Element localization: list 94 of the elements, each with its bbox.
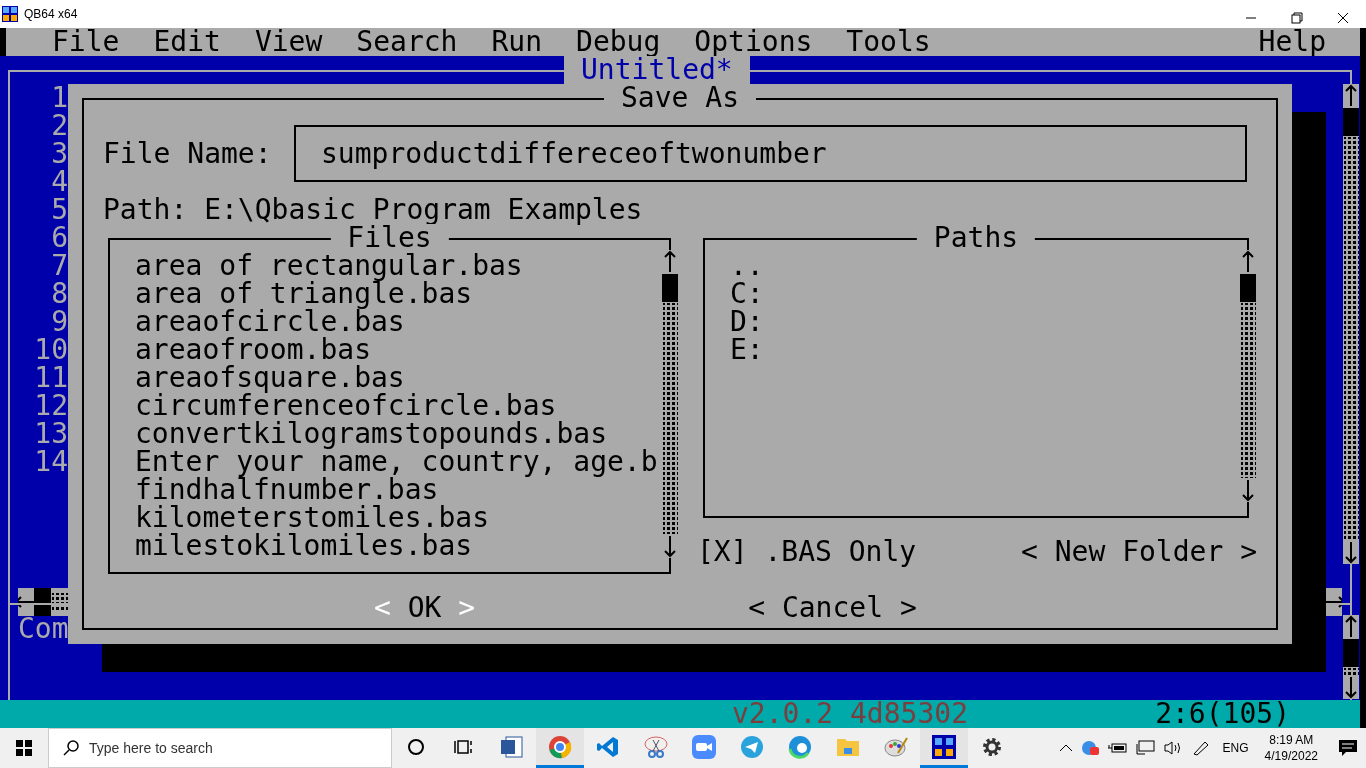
start-icon[interactable] — [16, 740, 32, 756]
date-text: 4/19/2022 — [1264, 748, 1318, 764]
scroll-up-arrow-icon[interactable] — [1240, 250, 1256, 274]
notification-badge-icon[interactable] — [1080, 739, 1099, 757]
cursor-position: 2:6(105) — [1155, 700, 1290, 728]
immediate-window-label: Com — [18, 615, 69, 647]
list-item[interactable]: areaofsquare.bas — [135, 364, 405, 392]
video-camera-icon[interactable] — [692, 734, 716, 759]
list-item[interactable]: circumferenceofcircle.bas — [135, 392, 557, 420]
blocky-app-icon[interactable] — [932, 734, 956, 759]
list-item[interactable]: milestokilomiles.bas — [135, 532, 473, 560]
chevron-up-icon[interactable] — [1058, 743, 1073, 753]
browser-icon[interactable] — [548, 734, 572, 759]
line-number: 11 — [34, 364, 68, 392]
new-folder-button[interactable]: < New Folder > — [1021, 538, 1257, 566]
version-text: v2.0.2 4d85302 — [732, 700, 968, 728]
line-number: 14 — [34, 448, 68, 476]
time-text: 8:19 AM — [1269, 732, 1314, 748]
line-number: 3 — [51, 140, 68, 168]
list-item[interactable]: areaofcircle.bas — [135, 308, 405, 336]
menu-item[interactable]: Debug — [576, 28, 661, 56]
scroll-down-arrow-icon[interactable] — [1343, 540, 1359, 564]
menu-item[interactable]: Edit — [153, 28, 221, 56]
list-item[interactable]: area of triangle.bas — [135, 280, 473, 308]
line-number: 8 — [51, 280, 68, 308]
notification-icon[interactable] — [1338, 739, 1358, 757]
search-field[interactable]: Type here to search — [89, 737, 369, 759]
cancel-button[interactable]: < Cancel > — [748, 594, 917, 622]
scroll-up-arrow-icon[interactable] — [662, 250, 678, 274]
list-item[interactable]: C: — [730, 280, 764, 308]
editor-title: Untitled* — [564, 56, 750, 84]
line-number: 4 — [51, 168, 68, 196]
scrollbar-thumb[interactable] — [34, 588, 51, 616]
list-item[interactable]: .. — [730, 252, 764, 280]
menu-item[interactable]: Tools — [846, 28, 931, 56]
document-icon[interactable] — [500, 734, 524, 759]
scroll-up-arrow-icon[interactable] — [1343, 84, 1359, 108]
battery-icon[interactable] — [1106, 741, 1127, 755]
scrollbar-thumb[interactable] — [1343, 108, 1359, 136]
clock[interactable]: 8:19 AM 4/19/2022 — [1260, 732, 1322, 764]
network-icon[interactable] — [1134, 740, 1155, 756]
search-bar[interactable]: Type here to search — [48, 728, 392, 768]
scroll-up-arrow-icon[interactable] — [1343, 615, 1359, 639]
scroll-down-arrow-icon[interactable] — [1240, 478, 1256, 502]
task-view-icon[interactable] — [454, 737, 474, 756]
search-icon — [63, 740, 79, 756]
line-number: 5 — [51, 196, 68, 224]
scissors-icon[interactable] — [643, 734, 669, 759]
menu-item[interactable]: Options — [694, 28, 813, 56]
file-name-label: File Name: — [103, 139, 272, 168]
list-item[interactable]: area of rectangular.bas — [135, 252, 523, 280]
pen-icon[interactable] — [1190, 740, 1211, 756]
scrollbar-thumb[interactable] — [1240, 274, 1256, 302]
gear-icon[interactable] — [981, 735, 1003, 758]
list-item[interactable]: Enter your name, country, age.b — [135, 448, 658, 476]
line-number: 2 — [51, 112, 68, 140]
list-item[interactable]: kilometerstomiles.bas — [135, 504, 489, 532]
line-number: 6 — [51, 224, 68, 252]
speaker-icon[interactable] — [1162, 740, 1183, 756]
list-item[interactable]: areaofroom.bas — [135, 336, 371, 364]
line-number: 10 — [34, 336, 68, 364]
language-indicator[interactable]: ENG — [1222, 739, 1249, 757]
close-icon[interactable] — [1337, 12, 1349, 24]
line-number: 1 — [51, 84, 68, 112]
line-number: 9 — [51, 308, 68, 336]
taskbar-button[interactable] — [920, 728, 968, 768]
circle-icon[interactable] — [407, 737, 425, 756]
menu-item[interactable]: Run — [491, 28, 543, 56]
menu-item[interactable]: Help — [1258, 28, 1326, 56]
scrollbar-thumb[interactable] — [1343, 639, 1359, 667]
list-item[interactable]: convertkilogramstopounds.bas — [135, 420, 607, 448]
line-number: 7 — [51, 252, 68, 280]
ok-button[interactable]: < OK > — [374, 594, 476, 622]
scrollbar-track[interactable] — [1343, 667, 1359, 675]
line-number: 13 — [34, 420, 68, 448]
code-editor-icon[interactable] — [596, 734, 620, 759]
list-item[interactable]: findhalfnumber.bas — [135, 476, 439, 504]
file-name-field[interactable]: sumproductdiffereceoftwonumber — [294, 125, 1247, 182]
wave-icon[interactable] — [788, 734, 812, 759]
scroll-down-arrow-icon[interactable] — [1343, 675, 1359, 699]
path-text: Path: E:\Qbasic Program Examples — [103, 196, 643, 224]
list-item[interactable]: D: — [730, 308, 764, 336]
paper-plane-icon[interactable] — [740, 734, 764, 759]
list-item[interactable]: E: — [730, 336, 764, 364]
scroll-down-arrow-icon[interactable] — [662, 534, 678, 558]
bas-only-checkbox[interactable]: [X] .BAS Only — [697, 538, 917, 566]
line-number: 12 — [34, 392, 68, 420]
window-title: QB64 x64 — [24, 6, 78, 23]
scrollbar-thumb[interactable] — [662, 274, 678, 302]
restore-icon[interactable] — [1291, 12, 1303, 24]
menu-item[interactable]: Search — [356, 28, 458, 56]
app-icon — [2, 6, 18, 22]
menu-item[interactable]: File — [52, 28, 120, 56]
menu-item[interactable]: View — [254, 28, 323, 56]
